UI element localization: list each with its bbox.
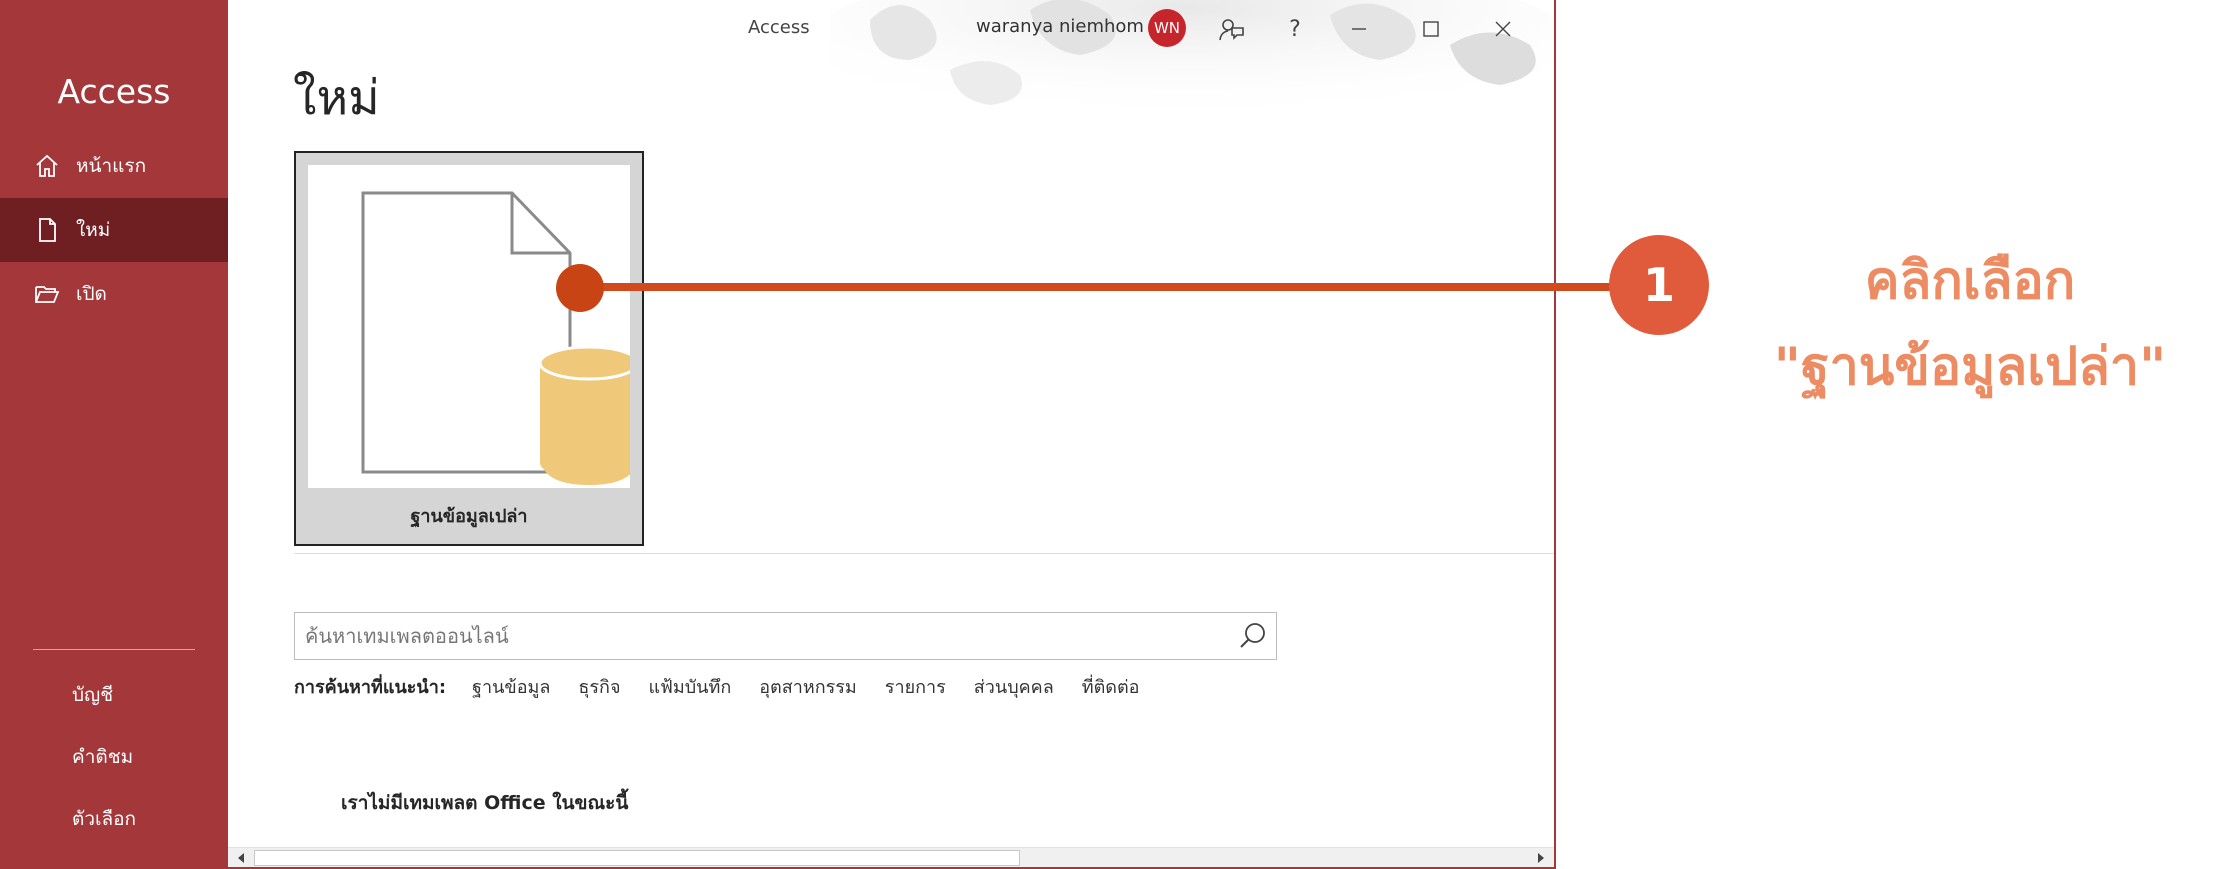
search-icon[interactable]: [1236, 619, 1270, 653]
suggested-link-industry[interactable]: อุตสาหกรรม: [759, 672, 857, 701]
scrollbar-thumb[interactable]: [254, 850, 1020, 866]
sidebar-item-label: ใหม่: [76, 219, 111, 241]
suggested-searches: การค้นหาที่แนะนำ: ฐานข้อมูล ธุรกิจ แฟ้มบ…: [294, 672, 1167, 701]
sidebar-item-open[interactable]: เปิด: [0, 262, 228, 326]
template-search: [294, 612, 1277, 660]
no-templates-message: เราไม่มีเทมเพลต Office ในขณะนี้: [341, 792, 629, 814]
minimize-icon[interactable]: [1342, 12, 1376, 46]
suggested-link-database[interactable]: ฐานข้อมูล: [472, 672, 550, 701]
blank-database-icon: [361, 191, 640, 485]
annotation-pointer-line: [580, 283, 1620, 291]
home-icon: [32, 151, 62, 181]
suggested-searches-label: การค้นหาที่แนะนำ:: [294, 677, 447, 698]
sidebar-item-account[interactable]: บัญชี: [72, 680, 113, 710]
sidebar-item-new[interactable]: ใหม่: [0, 198, 228, 262]
backstage-sidebar: Access หน้าแรก ใหม่ เปิด บัญชี คำติชม ตั…: [0, 0, 228, 867]
new-document-icon: [32, 215, 62, 245]
search-input[interactable]: [295, 613, 1225, 659]
sidebar-app-title: Access: [57, 72, 171, 111]
close-icon[interactable]: [1486, 12, 1520, 46]
annotation-line-2: "ฐานข้อมูลเปล่า": [1773, 337, 2167, 397]
suggested-link-lists[interactable]: รายการ: [885, 672, 946, 701]
open-folder-icon: [32, 279, 62, 309]
window-title: Access: [748, 17, 810, 38]
suggested-link-personal[interactable]: ส่วนบุคคล: [974, 672, 1054, 701]
coauthor-icon[interactable]: [1214, 12, 1248, 46]
section-divider: [294, 553, 1554, 554]
suggested-link-contacts[interactable]: ที่ติดต่อ: [1082, 672, 1140, 701]
sidebar-item-label: หน้าแรก: [76, 155, 147, 177]
suggested-link-business[interactable]: ธุรกิจ: [578, 672, 620, 701]
template-label: ฐานข้อมูลเปล่า: [410, 506, 528, 527]
annotation-line-1: คลิกเลือก: [1864, 251, 2076, 311]
annotation-pointer-dot: [556, 264, 604, 312]
page-title: ใหม่: [293, 70, 380, 126]
annotation-text: คลิกเลือก "ฐานข้อมูลเปล่า": [1720, 238, 2220, 410]
avatar[interactable]: WN: [1148, 9, 1186, 47]
horizontal-scrollbar[interactable]: [228, 847, 1554, 867]
title-bar: Access waranya niemhom WN ?: [228, 0, 1554, 58]
access-window: Access หน้าแรก ใหม่ เปิด บัญชี คำติชม ตั…: [0, 0, 1556, 869]
sidebar-item-label: เปิด: [76, 283, 107, 305]
blank-database-thumbnail: [308, 165, 640, 488]
scroll-right-icon[interactable]: [1530, 848, 1552, 867]
sidebar-item-home[interactable]: หน้าแรก: [0, 134, 228, 198]
scroll-left-icon[interactable]: [230, 848, 252, 867]
sidebar-item-options[interactable]: ตัวเลือก: [72, 804, 136, 834]
sidebar-divider: [33, 649, 195, 650]
suggested-link-logs[interactable]: แฟ้มบันทึก: [649, 672, 732, 701]
annotation-step-badge: 1: [1609, 235, 1709, 335]
maximize-icon[interactable]: [1414, 12, 1448, 46]
help-icon[interactable]: ?: [1278, 12, 1312, 46]
sidebar-item-feedback[interactable]: คำติชม: [72, 742, 133, 772]
user-name[interactable]: waranya niemhom: [976, 16, 1144, 37]
blank-database-template[interactable]: ฐานข้อมูลเปล่า: [294, 151, 644, 546]
